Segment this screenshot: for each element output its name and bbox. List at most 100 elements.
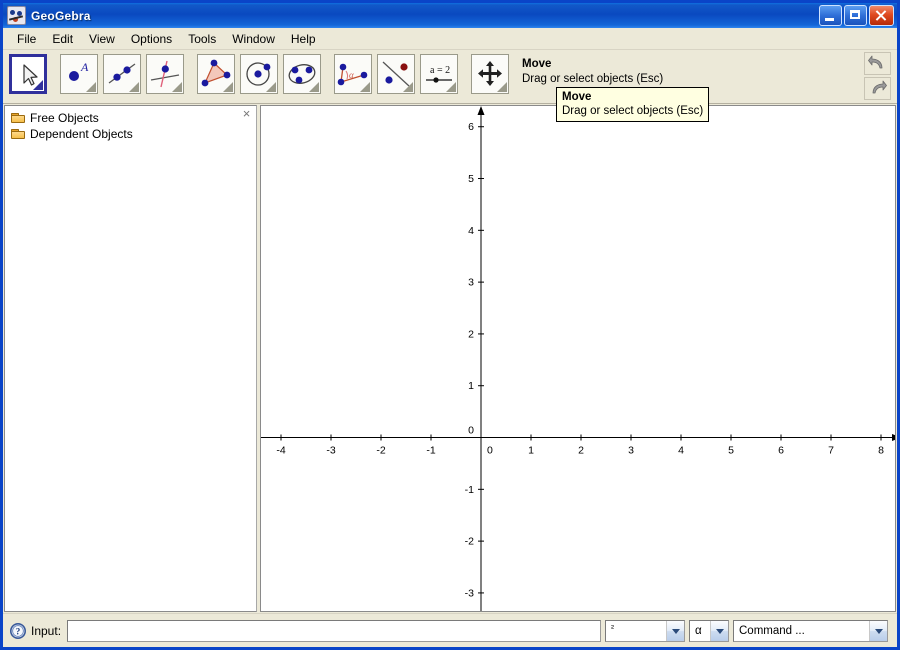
menu-view[interactable]: View bbox=[81, 30, 123, 48]
tree-item-free-objects[interactable]: Free Objects bbox=[11, 110, 256, 126]
toolbar-help-title: Move bbox=[522, 57, 663, 72]
tree-item-label: Dependent Objects bbox=[30, 127, 133, 141]
svg-text:1: 1 bbox=[528, 445, 534, 457]
angle-tool[interactable]: α bbox=[334, 54, 372, 94]
tree-item-dependent-objects[interactable]: Dependent Objects bbox=[11, 126, 256, 142]
tool-dropdown-arrow[interactable] bbox=[223, 82, 233, 92]
menu-options[interactable]: Options bbox=[123, 30, 180, 48]
chevron-down-icon[interactable] bbox=[869, 621, 887, 641]
tool-dropdown-arrow[interactable] bbox=[86, 82, 96, 92]
undo-button[interactable] bbox=[864, 52, 891, 75]
svg-text:A: A bbox=[80, 60, 89, 74]
move-graphics-tool[interactable] bbox=[471, 54, 509, 94]
circle-tool[interactable] bbox=[240, 54, 278, 94]
chevron-down-icon[interactable] bbox=[710, 621, 728, 641]
menu-bar: File Edit View Options Tools Window Help bbox=[3, 28, 897, 50]
tool-dropdown-arrow[interactable] bbox=[403, 82, 413, 92]
algebra-view-close-icon[interactable]: × bbox=[240, 108, 253, 121]
svg-text:3: 3 bbox=[468, 277, 474, 289]
toolbar-help: Move Drag or select objects (Esc) bbox=[522, 54, 663, 87]
svg-text:α: α bbox=[349, 70, 354, 80]
svg-text:a = 2: a = 2 bbox=[430, 65, 450, 76]
menu-help[interactable]: Help bbox=[283, 30, 324, 48]
greek-symbol-select-value: α bbox=[690, 625, 710, 637]
window-controls bbox=[819, 5, 895, 26]
tool-dropdown-arrow[interactable] bbox=[172, 82, 182, 92]
svg-text:-1: -1 bbox=[465, 484, 474, 496]
svg-text:-3: -3 bbox=[326, 445, 335, 457]
tool-dropdown-arrow[interactable] bbox=[360, 82, 370, 92]
svg-text:5: 5 bbox=[728, 445, 734, 457]
tool-dropdown-arrow[interactable] bbox=[497, 82, 507, 92]
undo-redo-group bbox=[864, 52, 891, 100]
tool-dropdown-arrow[interactable] bbox=[129, 82, 139, 92]
chevron-down-icon[interactable] bbox=[666, 621, 684, 641]
folder-icon bbox=[11, 128, 26, 140]
svg-text:2: 2 bbox=[578, 445, 584, 457]
toolbar-help-description: Drag or select objects (Esc) bbox=[522, 72, 663, 87]
svg-text:-4: -4 bbox=[276, 445, 285, 457]
svg-text:6: 6 bbox=[468, 121, 474, 133]
line-tool[interactable] bbox=[103, 54, 141, 94]
reflect-tool[interactable] bbox=[377, 54, 415, 94]
svg-text:0: 0 bbox=[487, 445, 493, 457]
main-area: × Free Objects Dependent Objects -4-3-2-… bbox=[3, 104, 897, 613]
tooltip-description: Drag or select objects (Esc) bbox=[562, 104, 703, 118]
move-tool[interactable] bbox=[9, 54, 47, 94]
svg-text:6: 6 bbox=[778, 445, 784, 457]
menu-tools[interactable]: Tools bbox=[180, 30, 224, 48]
svg-text:0: 0 bbox=[468, 425, 474, 437]
svg-text:4: 4 bbox=[468, 225, 474, 237]
svg-text:-2: -2 bbox=[465, 536, 474, 548]
question-mark-help-icon[interactable]: ? bbox=[10, 623, 26, 639]
input-label: Input: bbox=[31, 624, 61, 638]
svg-text:7: 7 bbox=[828, 445, 834, 457]
geogebra-icon bbox=[7, 6, 26, 25]
tool-dropdown-arrow[interactable] bbox=[266, 82, 276, 92]
svg-text:3: 3 bbox=[628, 445, 634, 457]
input-bar: ? Input: ² α Command ... bbox=[3, 613, 897, 647]
svg-text:-1: -1 bbox=[426, 445, 435, 457]
menu-edit[interactable]: Edit bbox=[44, 30, 81, 48]
svg-text:-2: -2 bbox=[376, 445, 385, 457]
title-bar: GeoGebra bbox=[3, 3, 897, 28]
tooltip-title: Move bbox=[562, 90, 703, 104]
perpendicular-line-tool[interactable] bbox=[146, 54, 184, 94]
tool-dropdown-arrow[interactable] bbox=[446, 82, 456, 92]
tool-dropdown-arrow[interactable] bbox=[309, 82, 319, 92]
input-field[interactable] bbox=[67, 620, 601, 642]
command-select[interactable]: Command ... bbox=[733, 620, 888, 642]
tree-item-label: Free Objects bbox=[30, 111, 99, 125]
svg-text:5: 5 bbox=[468, 173, 474, 185]
polygon-tool[interactable] bbox=[197, 54, 235, 94]
redo-button[interactable] bbox=[864, 77, 891, 100]
tooltip: Move Drag or select objects (Esc) bbox=[556, 87, 709, 122]
close-button[interactable] bbox=[869, 5, 894, 26]
svg-text:8: 8 bbox=[878, 445, 884, 457]
conic-tool[interactable] bbox=[283, 54, 321, 94]
svg-text:2: 2 bbox=[468, 328, 474, 340]
svg-text:-3: -3 bbox=[465, 587, 474, 599]
superscript-select-value: ² bbox=[606, 623, 666, 639]
object-tree: Free Objects Dependent Objects bbox=[5, 106, 256, 142]
menu-file[interactable]: File bbox=[9, 30, 44, 48]
tool-dropdown-arrow[interactable] bbox=[33, 80, 43, 90]
tool-bar: A bbox=[3, 50, 897, 104]
menu-window[interactable]: Window bbox=[224, 30, 283, 48]
redo-arrow-icon bbox=[868, 80, 887, 96]
window-title: GeoGebra bbox=[31, 9, 91, 23]
undo-arrow-icon bbox=[868, 55, 887, 71]
greek-symbol-select[interactable]: α bbox=[689, 620, 729, 642]
command-select-value: Command ... bbox=[734, 625, 869, 637]
graphics-view[interactable]: -4 -3 -2 -1 1 2 3 4 5 6 7 8 0 -3 -2 -1 0 1 2 3 4 5 6 bbox=[260, 105, 896, 612]
folder-icon bbox=[11, 112, 26, 124]
superscript-select[interactable]: ² bbox=[605, 620, 685, 642]
svg-text:?: ? bbox=[16, 626, 21, 636]
minimize-button[interactable] bbox=[819, 5, 842, 26]
point-tool[interactable]: A bbox=[60, 54, 98, 94]
maximize-button[interactable] bbox=[844, 5, 867, 26]
svg-text:1: 1 bbox=[468, 380, 474, 392]
slider-tool[interactable]: a = 2 bbox=[420, 54, 458, 94]
svg-text:4: 4 bbox=[678, 445, 684, 457]
coordinate-axes: -4 -3 -2 -1 1 2 3 4 5 6 7 8 0 -3 -2 -1 0 1 2 3 4 5 6 bbox=[261, 106, 896, 612]
